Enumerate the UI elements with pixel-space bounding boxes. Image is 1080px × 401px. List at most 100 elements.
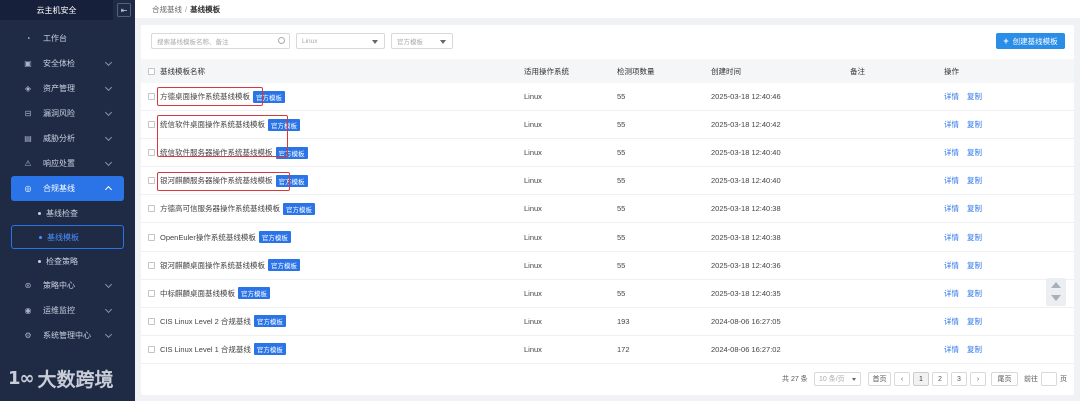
detail-link[interactable]: 详情: [944, 91, 959, 102]
detail-link[interactable]: 详情: [944, 119, 959, 130]
detail-link[interactable]: 详情: [944, 147, 959, 158]
sidebar-item-policy[interactable]: ⊛ 策略中心: [0, 273, 135, 298]
os-select[interactable]: Linux: [296, 33, 385, 49]
sidebar-subitem-label: 基线检查: [46, 208, 78, 218]
prev-page-button[interactable]: ‹: [894, 372, 910, 386]
template-name-cell: CIS Linux Level 1 合规基线 官方模板: [160, 336, 286, 363]
time-cell: 2025-03-18 12:40:38: [711, 204, 781, 214]
type-select[interactable]: 官方模板: [391, 33, 453, 49]
official-badge: 官方模板: [268, 118, 300, 131]
breadcrumb-current: 基线模板: [190, 4, 221, 14]
template-name-cell: 统信软件服务器操作系统基线模板 官方模板: [160, 139, 308, 166]
sidebar-item-workbench[interactable]: ◔ 工作台: [0, 26, 135, 51]
template-name-cell: 中标麒麟桌面基线模板 官方模板: [160, 280, 270, 307]
page-3-button[interactable]: 3: [951, 372, 967, 386]
header-os: 适用操作系统: [524, 66, 569, 76]
pagination-total: 共 27 条: [782, 376, 808, 383]
sidebar-item-threat[interactable]: ▤ 威胁分析: [0, 126, 135, 151]
table-body: 方德桌面操作系统基线模板 官方模板 Linux 55 2025-03-18 12:40:…: [141, 83, 1074, 364]
official-badge: 官方模板: [283, 202, 315, 215]
copy-link[interactable]: 复制: [967, 175, 982, 186]
next-page-button[interactable]: ›: [970, 372, 986, 386]
row-checkbox[interactable]: [148, 167, 155, 194]
detail-link[interactable]: 详情: [944, 316, 959, 327]
goto-page-input[interactable]: [1041, 372, 1057, 386]
detail-link[interactable]: 详情: [944, 260, 959, 271]
search-input[interactable]: 搜索基线模板名称、备注: [151, 33, 290, 49]
template-name-cell: CIS Linux Level 2 合规基线 官方模板: [160, 308, 286, 335]
template-name: 银河麒麟桌面操作系统基线模板: [160, 260, 265, 270]
copy-link[interactable]: 复制: [967, 344, 982, 355]
detail-link[interactable]: 详情: [944, 175, 959, 186]
row-checkbox[interactable]: [148, 252, 155, 279]
scroll-control[interactable]: [1046, 278, 1066, 306]
detail-link[interactable]: 详情: [944, 203, 959, 214]
copy-link[interactable]: 复制: [967, 91, 982, 102]
row-checkbox[interactable]: [148, 223, 155, 250]
os-cell: Linux: [524, 120, 542, 130]
copy-link[interactable]: 复制: [967, 288, 982, 299]
ops-cell: 详情 复制: [944, 195, 990, 222]
template-name-cell: 方德桌面操作系统基线模板 官方模板: [160, 83, 285, 110]
row-checkbox[interactable]: [148, 139, 155, 166]
system-icon: ⚙: [24, 331, 32, 340]
row-checkbox[interactable]: [148, 111, 155, 138]
row-checkbox[interactable]: [148, 336, 155, 363]
template-name-cell: 银河麒麟桌面操作系统基线模板 官方模板: [160, 252, 300, 279]
detail-link[interactable]: 详情: [944, 344, 959, 355]
table-row: 方德桌面操作系统基线模板 官方模板 Linux 55 2025-03-18 12:40:…: [141, 83, 1074, 112]
select-all-checkbox[interactable]: [148, 59, 155, 83]
ops-cell: 详情 复制: [944, 252, 990, 279]
table-row: 方德高可信服务器操作系统基线模板 官方模板 Linux 55 2025-03-18 12…: [141, 195, 1074, 224]
copy-link[interactable]: 复制: [967, 147, 982, 158]
copy-link[interactable]: 复制: [967, 260, 982, 271]
os-cell: Linux: [524, 288, 542, 298]
watermark-text: 大数跨境: [37, 370, 114, 391]
page-1-button[interactable]: 1: [913, 372, 929, 386]
time-cell: 2025-03-18 12:40:36: [711, 260, 781, 270]
sidebar-item-monitor[interactable]: ◉ 运维监控: [0, 298, 135, 323]
os-cell: Linux: [524, 92, 542, 102]
sidebar-subitem-baseline-template[interactable]: 基线模板: [11, 225, 124, 249]
sidebar-item-label: 响应处置: [43, 159, 75, 168]
row-checkbox[interactable]: [148, 280, 155, 307]
os-cell: Linux: [524, 204, 542, 214]
bullet-icon: [38, 259, 41, 263]
official-badge: 官方模板: [275, 174, 308, 187]
table-header: 基线模板名称 适用操作系统 检测项数量 创建时间 备注 操作: [141, 59, 1074, 83]
copy-link[interactable]: 复制: [967, 232, 982, 243]
header-count: 检测项数量: [617, 66, 655, 76]
sidebar-subitem-baseline-check[interactable]: 基线检查: [0, 201, 135, 225]
sidebar-item-security-checkup[interactable]: ▣ 安全体检: [0, 51, 135, 76]
last-page-button[interactable]: 尾页: [991, 372, 1018, 386]
first-page-button[interactable]: 首页: [868, 372, 891, 386]
search-placeholder: 搜索基线模板名称、备注: [157, 39, 229, 46]
sidebar-subitem-check-policy[interactable]: 检查策略: [0, 249, 135, 273]
breadcrumb-parent[interactable]: 合规基线: [152, 4, 182, 15]
row-checkbox[interactable]: [148, 308, 155, 335]
chevron-down-icon: [104, 58, 113, 67]
filter-bar: 搜索基线模板名称、备注 Linux 官方模板: [151, 33, 453, 49]
breadcrumb-separator: /: [185, 4, 188, 14]
sidebar-item-system[interactable]: ⚙ 系统管理中心: [0, 323, 135, 348]
row-checkbox[interactable]: [148, 195, 155, 222]
collapse-icon[interactable]: ⇤: [117, 3, 131, 17]
copy-link[interactable]: 复制: [967, 316, 982, 327]
template-name: CIS Linux Level 1 合规基线: [160, 344, 251, 354]
sidebar-item-compliance[interactable]: ◎ 合规基线: [11, 176, 124, 201]
detail-link[interactable]: 详情: [944, 288, 959, 299]
scroll-up-icon[interactable]: [1051, 282, 1061, 288]
page-2-button[interactable]: 2: [932, 372, 948, 386]
detail-link[interactable]: 详情: [944, 232, 959, 243]
scroll-down-icon[interactable]: [1051, 295, 1061, 301]
sidebar-item-asset[interactable]: ◈ 资产管理: [0, 76, 135, 101]
page-size-select[interactable]: 10 条/页: [814, 372, 861, 386]
copy-link[interactable]: 复制: [967, 203, 982, 214]
create-template-button[interactable]: + 创建基线模板: [996, 33, 1065, 49]
search-icon[interactable]: [278, 37, 285, 44]
copy-link[interactable]: 复制: [967, 119, 982, 130]
template-name: CIS Linux Level 2 合规基线: [160, 316, 251, 326]
row-checkbox[interactable]: [148, 83, 155, 110]
sidebar-item-vulnerability[interactable]: ⊟ 漏洞风险: [0, 101, 135, 126]
sidebar-item-response[interactable]: ⚠ 响应处置: [0, 151, 135, 176]
